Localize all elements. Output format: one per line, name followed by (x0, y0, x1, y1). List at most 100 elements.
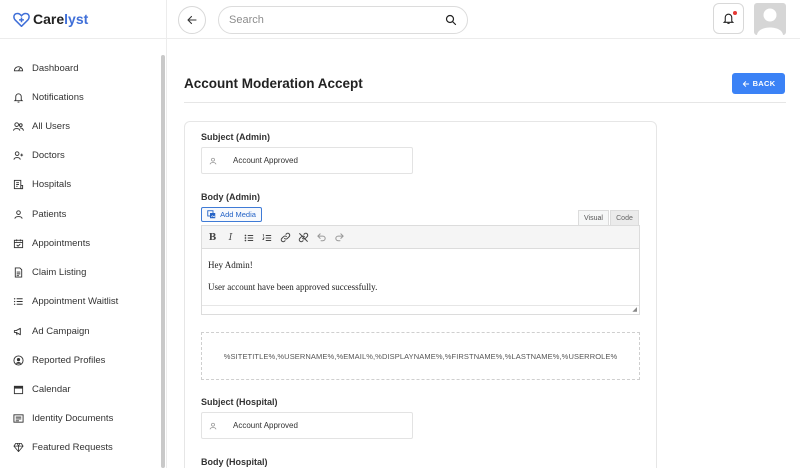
sidebar-item-identity-documents[interactable]: Identity Documents (13, 411, 113, 425)
arrow-left-icon (742, 80, 749, 87)
sidebar-item-label: Featured Requests (32, 441, 113, 453)
numbered-list-icon[interactable] (261, 232, 272, 243)
italic-icon[interactable]: I (225, 232, 236, 243)
diamond-icon (13, 442, 24, 452)
user-plus-icon (13, 150, 24, 160)
placeholder-tags: %SITETITLE%,%USERNAME%,%EMAIL%,%DISPLAYN… (201, 332, 640, 380)
page-title: Account Moderation Accept (184, 76, 363, 91)
id-card-icon (13, 413, 24, 423)
brand-name: Carelyst (33, 11, 88, 27)
back-button[interactable]: BACK (732, 73, 785, 94)
sidebar-scrollbar[interactable] (161, 55, 165, 468)
users-icon (13, 121, 24, 131)
sidebar-item-dashboard[interactable]: Dashboard (13, 61, 78, 75)
undo-glyph (317, 233, 326, 242)
topbar: Search (167, 0, 800, 39)
sidebar-item-doctors[interactable]: Doctors (13, 148, 65, 162)
sidebar-item-all-users[interactable]: All Users (13, 119, 70, 133)
sidebar-item-label: Reported Profiles (32, 354, 106, 366)
subject-hospital-input[interactable]: Account Approved (201, 412, 413, 439)
editor-content[interactable]: Hey Admin! User account have been approv… (208, 254, 377, 298)
media-icon (207, 210, 216, 219)
bell-icon (13, 92, 24, 103)
sidebar-item-calendar[interactable]: Calendar (13, 382, 71, 396)
sidebar-item-label: Ad Campaign (32, 325, 90, 337)
redo-glyph (335, 233, 344, 242)
user-circle-icon (13, 354, 24, 366)
undo-icon[interactable] (316, 232, 327, 243)
notifications-button[interactable] (713, 3, 744, 34)
gauge-icon (13, 65, 24, 71)
sidebar-item-patients[interactable]: Patients (13, 207, 66, 221)
body-admin-editor[interactable]: B I Hey Admin! User account have been ap… (201, 225, 640, 315)
avatar[interactable] (754, 3, 786, 35)
sidebar-item-label: Dashboard (32, 62, 79, 74)
user-icon (209, 422, 217, 429)
megaphone-icon (13, 327, 21, 335)
link-icon[interactable] (280, 232, 291, 243)
list-icon (13, 297, 23, 305)
sidebar-item-label: Notifications (32, 91, 84, 103)
brand-suffix: lyst (64, 11, 89, 27)
search-bar[interactable]: Search (218, 6, 468, 34)
sidebar-item-label: Claim Listing (32, 266, 87, 278)
sidebar-item-label: All Users (32, 120, 71, 132)
logo[interactable]: Carelyst (0, 0, 167, 39)
sidebar-item-label: Appointments (32, 237, 91, 249)
editor-status-bar: ◢ (202, 305, 639, 314)
subject-hospital-label: Subject (Hospital) (201, 397, 278, 407)
app-root: Carelyst Search Dashboard Notifications … (0, 0, 800, 468)
add-media-button[interactable]: Add Media (201, 207, 262, 222)
sidebar-item-label: Doctors (32, 149, 65, 161)
numbered-list-glyph (261, 233, 271, 241)
title-divider (184, 102, 786, 103)
subject-hospital-value: Account Approved (233, 421, 298, 430)
bullet-list-glyph (244, 234, 253, 241)
sidebar-item-hospitals[interactable]: Hospitals (13, 177, 71, 191)
sidebar-item-label: Hospitals (32, 178, 72, 190)
sidebar-item-ad-campaign[interactable]: Ad Campaign (13, 324, 90, 338)
sidebar-item-featured-requests[interactable]: Featured Requests (13, 440, 113, 454)
sidebar-item-label: Identity Documents (32, 412, 114, 424)
subject-admin-input[interactable]: Account Approved (201, 147, 413, 174)
sidebar-item-appointment-waitlist[interactable]: Appointment Waitlist (13, 294, 118, 308)
editor-toolbar: B I (202, 226, 639, 249)
unlink-icon[interactable] (298, 232, 309, 243)
search-input[interactable]: Search (229, 14, 445, 26)
calendar-check-icon (13, 238, 24, 248)
hospital-icon (13, 179, 24, 189)
body-admin-label: Body (Admin) (201, 192, 260, 202)
document-icon (14, 266, 23, 278)
link-glyph (280, 232, 291, 243)
bold-icon[interactable]: B (207, 232, 218, 243)
heart-plus-icon (13, 12, 30, 27)
sidebar-item-notifications[interactable]: Notifications (13, 90, 84, 104)
sidebar-item-claim-listing[interactable]: Claim Listing (13, 265, 86, 279)
back-arrow-button[interactable] (178, 6, 206, 34)
notification-dot (733, 11, 737, 15)
tab-visual[interactable]: Visual (578, 210, 609, 225)
search-icon[interactable] (445, 14, 457, 26)
user-silhouette-icon (757, 8, 783, 35)
user-icon (14, 209, 23, 219)
sidebar-item-label: Appointment Waitlist (32, 295, 119, 307)
unlink-glyph (298, 232, 309, 243)
sidebar-item-label: Patients (32, 208, 67, 220)
sidebar-item-appointments[interactable]: Appointments (13, 236, 90, 250)
resize-handle-icon[interactable]: ◢ (632, 306, 637, 313)
redo-icon[interactable] (334, 232, 345, 243)
subject-admin-label: Subject (Admin) (201, 132, 270, 142)
bullet-list-icon[interactable] (243, 232, 254, 243)
editor-line-message: User account have been approved successf… (208, 282, 378, 292)
arrow-left-icon (187, 15, 197, 25)
sidebar-item-reported-profiles[interactable]: Reported Profiles (13, 353, 105, 367)
sidebar-item-label: Calendar (32, 383, 71, 395)
subject-admin-value: Account Approved (233, 156, 298, 165)
back-button-label: BACK (752, 79, 776, 88)
tab-code[interactable]: Code (610, 210, 639, 225)
user-icon (209, 157, 217, 164)
body-hospital-label: Body (Hospital) (201, 457, 268, 467)
add-media-label: Add Media (220, 210, 256, 219)
brand-prefix: Care (33, 11, 65, 27)
calendar-icon (13, 385, 24, 394)
